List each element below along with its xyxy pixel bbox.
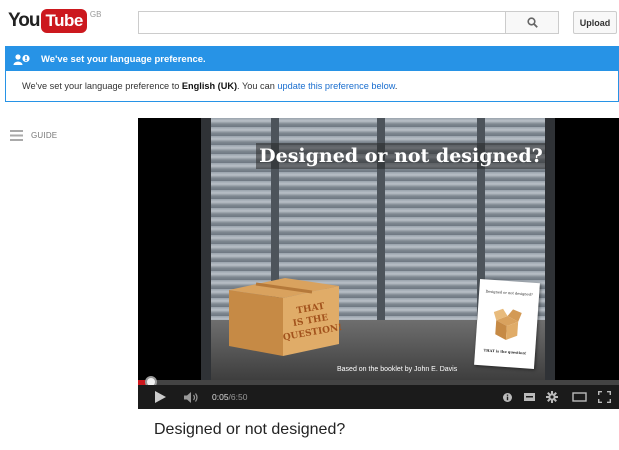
banner-body-middle: . You can [237,81,278,91]
current-time: 0:05 [212,392,229,402]
users-icon [13,53,30,65]
banner-title: We've set your language preference. [41,53,206,65]
volume-button[interactable] [182,385,202,409]
player-controls: 0:05 / 6:50 [138,385,619,409]
booklet-image: Designed or not designed? THAT is the qu… [474,279,540,369]
captions-icon [523,393,535,401]
banner-message: We've set your language preference to En… [6,71,618,91]
duration: 6:50 [230,392,248,402]
video-frame: Designed or not designed? THAT IS THE QU… [201,118,555,380]
guide-button[interactable]: GUIDE [10,130,57,141]
video-title: Designed or not designed? [154,421,346,438]
settings-button[interactable] [544,385,560,409]
play-icon [155,391,166,403]
volume-icon [184,391,198,403]
time-display: 0:05 / 6:50 [212,385,247,409]
small-box-icon [493,308,522,340]
search-icon [526,17,538,28]
video-player[interactable]: Designed or not designed? THAT IS THE QU… [138,118,619,409]
captions-button[interactable] [522,385,536,409]
hamburger-menu-icon [10,130,23,141]
slide-caption: Based on the booklet by John E. Davis [337,366,458,373]
banner-body-suffix: . [394,81,398,91]
play-button[interactable] [152,385,168,409]
gear-icon [546,391,558,403]
logo-you-text: You [8,10,41,31]
masthead: You Tube GB Upload [0,0,619,44]
fullscreen-icon [597,391,611,403]
theater-mode-icon [571,392,587,402]
fullscreen-button[interactable] [596,385,612,409]
cardboard-box-image: THAT IS THE QUESTION! [229,278,343,356]
booklet-question: THAT is the question! [483,348,527,356]
banner-body-prefix: We've set your language preference to [22,81,182,91]
language-preference-banner: We've set your language preference. We'v… [5,46,619,102]
logo-tube-text: Tube [41,9,87,33]
upload-button[interactable]: Upload [573,11,617,34]
booklet-title: Designed or not designed? [485,289,533,297]
annotations-button[interactable] [500,385,514,409]
slide-title: Designed or not designed? [256,143,546,169]
banner-header: We've set your language preference. [6,47,618,71]
update-preference-link[interactable]: update this preference below [277,81,394,91]
logo-region: GB [89,10,102,19]
theater-mode-button[interactable] [570,385,588,409]
selected-language: English (UK) [181,81,238,91]
search-input[interactable] [138,11,506,34]
guide-label: GUIDE [31,131,58,140]
info-icon [502,392,512,402]
youtube-logo[interactable]: You Tube GB [8,9,101,33]
search-button[interactable] [506,11,559,34]
